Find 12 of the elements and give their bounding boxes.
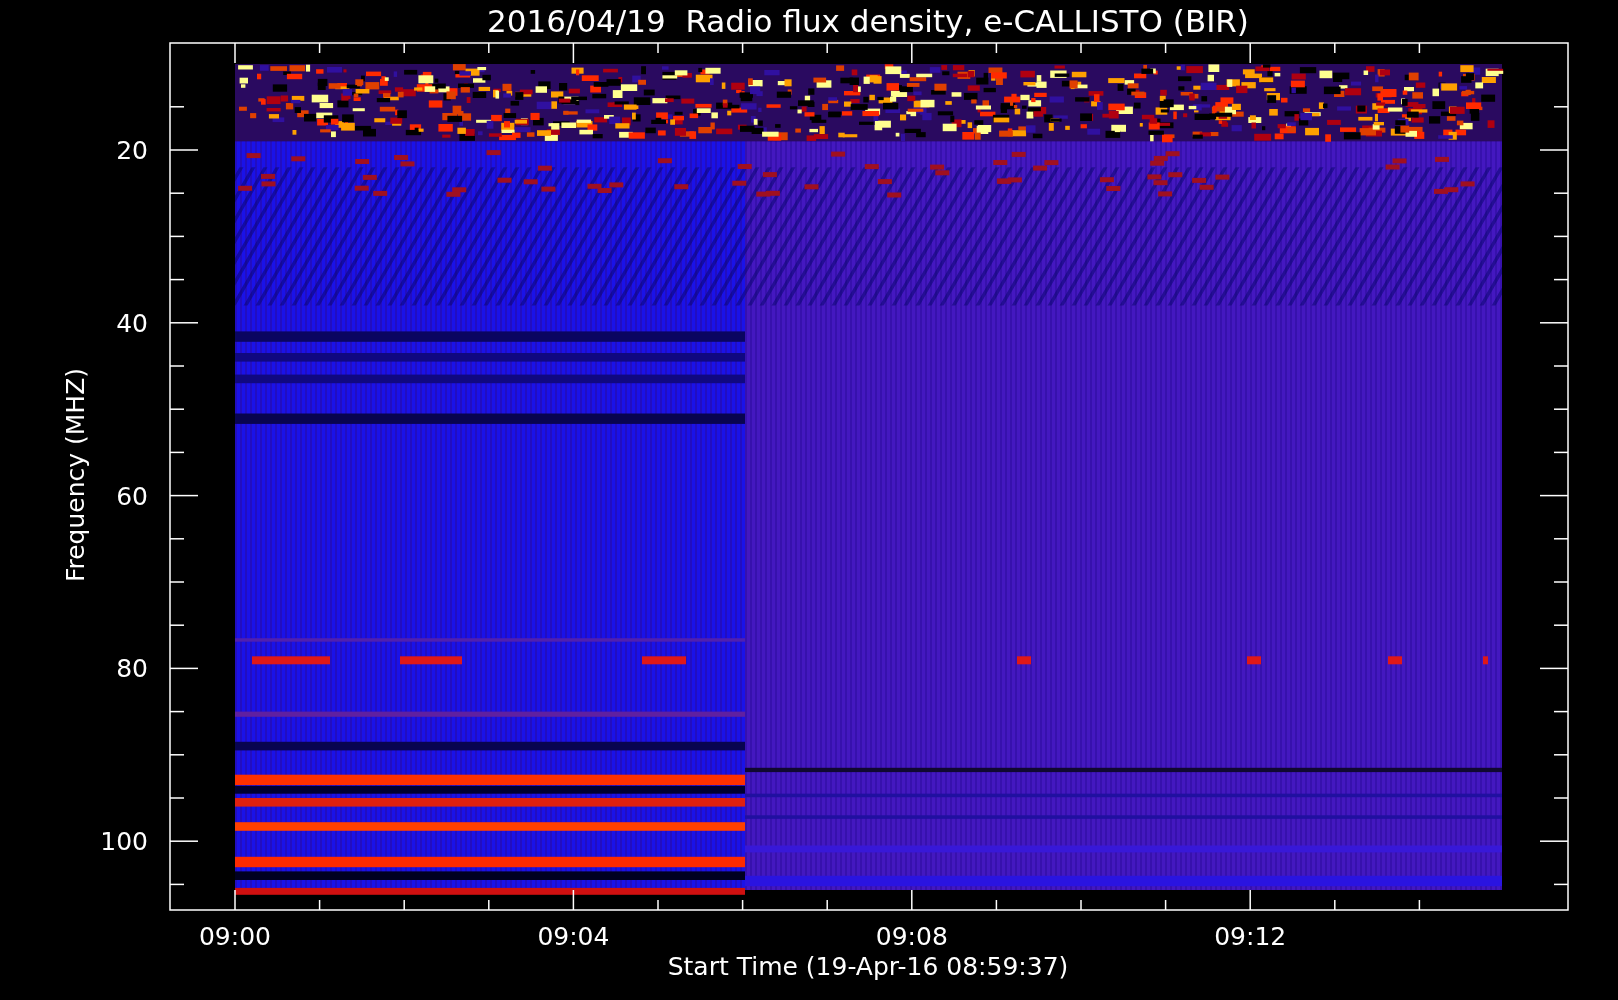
tick-label: 60 <box>116 481 148 511</box>
tick-label: 100 <box>100 827 148 857</box>
plot-title: 2016/04/19 Radio flux density, e-CALLISTO (BIR) <box>487 3 1249 39</box>
tick-label: 09:12 <box>1214 922 1287 951</box>
tick-label: 40 <box>116 308 148 338</box>
tick-label: 20 <box>116 136 148 165</box>
axis-label: Frequency (MHZ) <box>61 367 90 583</box>
tick-label: 09:08 <box>875 922 948 951</box>
tick-label: 09:04 <box>537 922 610 951</box>
tick-label: 80 <box>116 654 148 684</box>
axis-label: Start Time (19-Apr-16 08:59:37) <box>667 952 1069 981</box>
tick-label: 09:00 <box>199 922 271 951</box>
